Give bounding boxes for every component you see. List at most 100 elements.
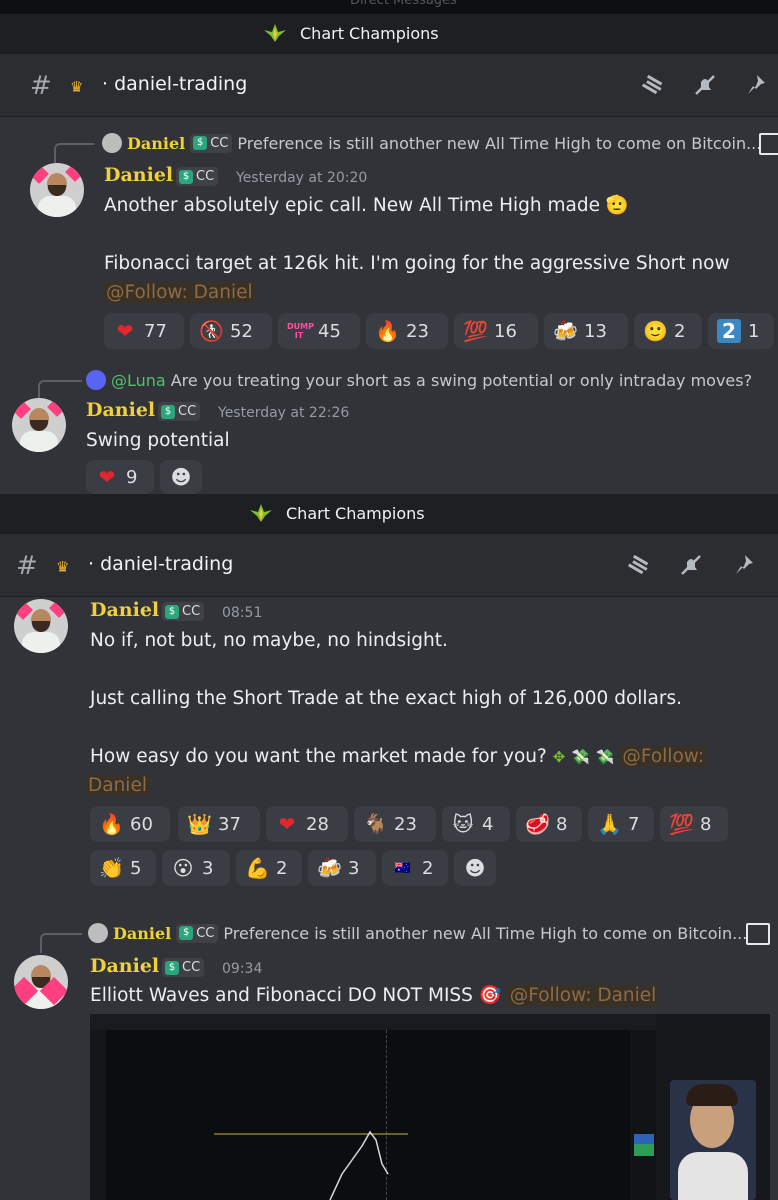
reaction-heart[interactable]: ❤ 77 bbox=[104, 313, 184, 349]
money-wings-icon: 💸 bbox=[571, 748, 590, 766]
reaction-cat[interactable]: 🐱 4 bbox=[442, 806, 510, 842]
reaction-beers[interactable]: 🍻 13 bbox=[544, 313, 628, 349]
message-line-1: Another absolutely epic call. New All Ti… bbox=[104, 195, 629, 216]
follow-mention[interactable]: @Follow: Daniel bbox=[104, 278, 255, 307]
message-line-3: How easy do you want the market made for… bbox=[90, 746, 707, 767]
threads-hash-icon[interactable]: # bbox=[30, 71, 52, 101]
reaction-hundred[interactable]: 💯 16 bbox=[454, 313, 538, 349]
heart-icon: ❤ bbox=[116, 319, 134, 343]
avatar[interactable] bbox=[12, 398, 66, 452]
reply-username[interactable]: Daniel bbox=[113, 924, 171, 943]
salute-icon: 🫡 bbox=[605, 195, 629, 216]
reply-text: Are you treating your short as a swing p… bbox=[170, 370, 753, 390]
crown-icon: ♛ bbox=[70, 78, 84, 96]
two-icon: 2 bbox=[717, 319, 741, 343]
reaction-pray[interactable]: 🙏 7 bbox=[588, 806, 654, 842]
message-text: Elliott Waves and Fibonacci DO NOT MISS … bbox=[90, 985, 659, 1006]
fire-icon: 🔥 bbox=[99, 812, 124, 836]
threads-icon[interactable] bbox=[626, 552, 652, 578]
muscle-icon: 💪 bbox=[245, 856, 270, 880]
heart-icon: ❤ bbox=[278, 812, 296, 836]
logo-emoji-icon: ✥ bbox=[552, 748, 566, 766]
reaction-heart[interactable]: ❤ 28 bbox=[266, 806, 348, 842]
add-reaction-button[interactable]: ☻ bbox=[454, 850, 496, 886]
channel-header: # ♛ · daniel-trading bbox=[0, 534, 778, 597]
username[interactable]: Daniel bbox=[104, 164, 173, 186]
message-line-2: Fibonacci target at 126k hit. I'm going … bbox=[104, 253, 730, 274]
add-reaction-button[interactable]: ☻ bbox=[160, 460, 202, 494]
pray-icon: 🙏 bbox=[597, 812, 622, 836]
crown-icon: ♛ bbox=[56, 558, 70, 576]
cat-icon: 🐱 bbox=[452, 812, 474, 836]
username[interactable]: Daniel bbox=[90, 599, 159, 621]
pin-icon[interactable] bbox=[744, 72, 770, 98]
reaction-dump-it[interactable]: DUMP IT 45 bbox=[278, 313, 360, 349]
reaction-fire[interactable]: 🔥 23 bbox=[366, 313, 448, 349]
user-badge: $ CC bbox=[158, 402, 201, 421]
reaction-heart[interactable]: ❤ 9 bbox=[86, 460, 154, 494]
reaction-meat[interactable]: 🥩 8 bbox=[516, 806, 582, 842]
reaction-hundred[interactable]: 💯 8 bbox=[660, 806, 728, 842]
reaction-clap[interactable]: 👏 5 bbox=[90, 850, 156, 886]
message-line-2: Just calling the Short Trade at the exac… bbox=[90, 688, 682, 709]
reaction-smile[interactable]: 🙂 2 bbox=[634, 313, 702, 349]
pin-icon[interactable] bbox=[732, 552, 758, 578]
add-reaction-icon: ☻ bbox=[464, 856, 486, 880]
reaction-goat[interactable]: 🐐 23 bbox=[354, 806, 436, 842]
reply-mention[interactable]: @Luna bbox=[111, 371, 166, 390]
reaction-person-slash[interactable]: 🚷 52 bbox=[190, 313, 272, 349]
chart-screenshot[interactable] bbox=[90, 1014, 770, 1200]
add-reaction-icon: ☻ bbox=[170, 465, 192, 489]
smile-icon: 🙂 bbox=[643, 319, 668, 343]
reply-avatar bbox=[102, 133, 122, 153]
reply-preview[interactable]: @Luna Are you treating your short as a s… bbox=[86, 370, 752, 390]
reaction-crown[interactable]: 👑 37 bbox=[178, 806, 260, 842]
message-text: Swing potential bbox=[86, 430, 230, 451]
person-slash-icon: 🚷 bbox=[199, 319, 224, 343]
face-icon: 😮 bbox=[172, 856, 194, 880]
threads-icon[interactable] bbox=[640, 72, 666, 98]
threads-hash-icon[interactable]: # bbox=[16, 551, 38, 581]
discord-icon bbox=[86, 370, 106, 390]
reaction-two[interactable]: 21 bbox=[708, 313, 774, 349]
mute-bell-icon[interactable] bbox=[678, 552, 704, 578]
channel-name: · daniel-trading bbox=[102, 73, 248, 95]
avatar[interactable] bbox=[30, 163, 84, 217]
user-badge: $ CC bbox=[162, 958, 205, 977]
price-chart bbox=[214, 1130, 654, 1200]
follow-mention[interactable]: Daniel bbox=[86, 771, 149, 800]
username[interactable]: Daniel bbox=[86, 399, 155, 421]
reaction-fire[interactable]: 🔥 60 bbox=[90, 806, 170, 842]
message-line-1: No if, not but, no maybe, no hindsight. bbox=[90, 630, 448, 651]
reply-username[interactable]: Daniel bbox=[127, 134, 185, 153]
server-header: Chart Champions bbox=[0, 494, 778, 534]
username[interactable]: Daniel bbox=[90, 955, 159, 977]
reply-preview[interactable]: Daniel $ CC Preference is still another n… bbox=[88, 923, 747, 943]
server-name: Chart Champions bbox=[300, 24, 439, 43]
clap-icon: 👏 bbox=[99, 856, 124, 880]
channel-header: # ♛ · daniel-trading bbox=[0, 54, 778, 117]
channel-name: · daniel-trading bbox=[88, 553, 234, 575]
reply-preview[interactable]: Daniel $ CC Preference is still another n… bbox=[102, 133, 761, 153]
money-wings-icon: 💸 bbox=[595, 748, 615, 766]
meat-icon: 🥩 bbox=[525, 812, 550, 836]
avatar[interactable] bbox=[14, 955, 68, 1009]
beers-icon: 🍻 bbox=[553, 319, 578, 343]
crown-icon: 👑 bbox=[187, 812, 212, 836]
server-name: Chart Champions bbox=[286, 504, 425, 523]
reaction-beers[interactable]: 🍻 3 bbox=[308, 850, 376, 886]
follow-mention: @Follow: bbox=[620, 746, 707, 767]
reply-avatar bbox=[88, 923, 108, 943]
reaction-flag-australia[interactable]: 🇦🇺 2 bbox=[382, 850, 448, 886]
user-badge: $ CC bbox=[176, 167, 219, 186]
timestamp: 09:34 bbox=[222, 961, 263, 977]
mute-bell-icon[interactable] bbox=[692, 72, 718, 98]
reply-badge: $ CC bbox=[190, 133, 233, 153]
reaction-muscle[interactable]: 💪 2 bbox=[236, 850, 302, 886]
server-logo-icon bbox=[264, 24, 286, 42]
server-header: Chart Champions bbox=[0, 14, 778, 54]
reaction-face[interactable]: 😮 3 bbox=[162, 850, 230, 886]
avatar[interactable] bbox=[14, 599, 68, 653]
webcam-overlay bbox=[670, 1080, 756, 1200]
reply-text: Preference is still another new All Time… bbox=[223, 923, 748, 943]
